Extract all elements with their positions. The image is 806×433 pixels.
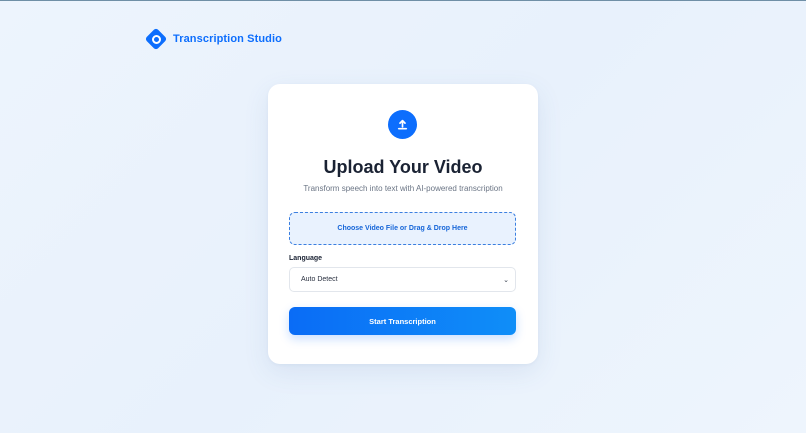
upload-card: Upload Your Video Transform speech into …	[268, 84, 538, 364]
brand[interactable]: Transcription Studio	[145, 28, 282, 50]
language-select[interactable]: Auto Detect ⌄	[289, 267, 516, 292]
brand-logo-icon	[145, 28, 167, 50]
brand-name: Transcription Studio	[173, 33, 282, 45]
card-subtitle: Transform speech into text with AI-power…	[303, 184, 503, 193]
file-dropzone[interactable]: Choose Video File or Drag & Drop Here	[289, 212, 516, 245]
language-label: Language	[289, 255, 323, 262]
card-title: Upload Your Video	[323, 157, 483, 177]
start-transcription-button[interactable]: Start Transcription	[289, 307, 516, 335]
chevron-down-icon: ⌄	[503, 276, 509, 284]
upload-icon	[388, 110, 417, 139]
language-selected-value: Auto Detect	[301, 276, 338, 283]
dropzone-label: Choose Video File or Drag & Drop Here	[337, 225, 468, 232]
